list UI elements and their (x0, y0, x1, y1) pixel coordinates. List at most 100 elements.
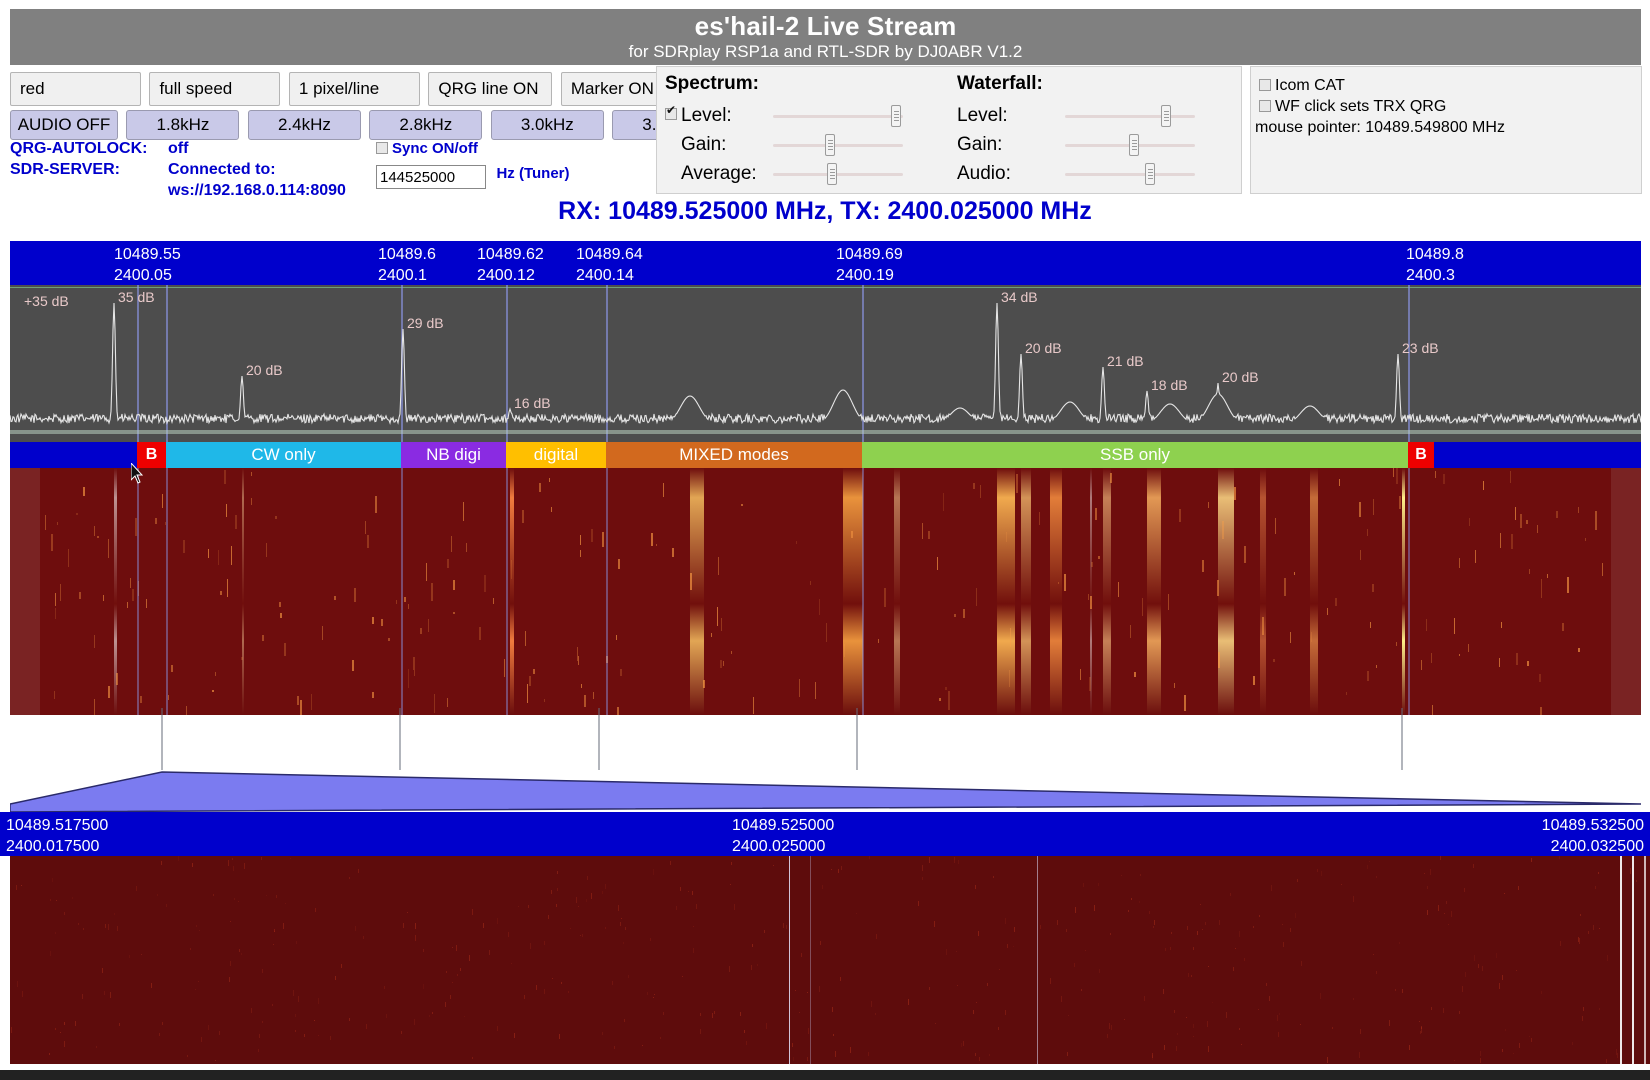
pixel-per-line-button[interactable]: 1 pixel/line (289, 72, 420, 106)
zoom-waterfall-noise-speck (452, 947, 453, 948)
band-segment-nb-digi-3[interactable]: NB digi (401, 442, 506, 468)
tuner-frequency-input[interactable] (376, 165, 486, 189)
sync-toggle[interactable]: Sync ON/off (376, 140, 570, 158)
band-segment-empty-0[interactable] (10, 442, 137, 468)
spectrum-level-checkbox[interactable] (665, 108, 677, 120)
icom-cat-row[interactable]: Icom CAT (1251, 67, 1641, 96)
waterfall-noise-speck (463, 502, 464, 521)
band-segment-b-7[interactable]: B (1408, 442, 1434, 468)
zoom-waterfall-noise-speck (654, 994, 655, 995)
waterfall-level-slider[interactable] (1065, 110, 1195, 122)
zoom-waterfall-noise-speck (660, 1037, 661, 1039)
zoom-waterfall-noise-speck (1297, 879, 1298, 882)
speed-select-button[interactable]: full speed (149, 72, 280, 106)
slider-thumb[interactable] (827, 163, 837, 185)
zoom-waterfall-noise-speck (64, 912, 65, 915)
zoom-waterfall-noise-speck (835, 1051, 836, 1057)
waterfall-noise-speck (1016, 474, 1018, 493)
band-segment-mixed-modes-5[interactable]: MIXED modes (606, 442, 862, 468)
zoom-waterfall-noise-speck (1107, 1034, 1108, 1038)
zoom-waterfall-noise-speck (201, 1037, 202, 1042)
zoom-waterfall-noise-speck (296, 941, 297, 944)
waterfall-noise-speck (663, 483, 664, 497)
zoom-frequency-scale[interactable]: 10489.517500 2400.017500 10489.525000 24… (0, 812, 1650, 856)
zoom-waterfall-noise-speck (315, 908, 316, 912)
slider-thumb[interactable] (1129, 134, 1139, 156)
waterfall-gain-slider[interactable] (1065, 139, 1195, 151)
slider-thumb[interactable] (1161, 105, 1171, 127)
sync-checkbox[interactable] (376, 142, 388, 154)
slider-thumb[interactable] (891, 105, 901, 127)
waterfall-noise-speck (1393, 468, 1394, 477)
zoom-waterfall-noise-speck (1085, 950, 1086, 951)
icom-cat-checkbox[interactable] (1259, 79, 1271, 91)
zoom-waterfall-noise-speck (783, 923, 784, 928)
zoom-waterfall[interactable] (10, 856, 1650, 1064)
zoom-waterfall-noise-speck (557, 888, 558, 891)
zoom-waterfall-noise-speck (1153, 926, 1154, 928)
filter-button-3[interactable]: 2.8kHz (369, 110, 482, 140)
main-waterfall[interactable] (10, 468, 1641, 715)
slider-thumb[interactable] (825, 134, 835, 156)
zoom-waterfall-noise-speck (1321, 871, 1322, 876)
icom-cat-label: Icom CAT (1275, 77, 1345, 94)
wf-click-checkbox[interactable] (1259, 100, 1271, 112)
zoom-waterfall-noise-speck (161, 861, 162, 865)
waterfall-noise-speck (1529, 569, 1530, 574)
zoom-waterfall-noise-speck (841, 866, 842, 870)
band-segment-empty-8[interactable] (1434, 442, 1641, 468)
zoom-waterfall-noise-speck (1098, 883, 1099, 886)
zoom-waterfall-noise-speck (414, 1019, 415, 1025)
zoom-waterfall-noise-speck (700, 1029, 701, 1034)
band-segment-cw-only-2[interactable]: CW only (166, 442, 401, 468)
status-server-row: SDR-SERVER:Connected to:ws://192.168.0.1… (10, 159, 346, 201)
slider-thumb[interactable] (1145, 163, 1155, 185)
filter-button-1[interactable]: 1.8kHz (126, 110, 239, 140)
zoom-waterfall-noise-speck (1502, 975, 1503, 980)
waterfall-noise-speck (1501, 622, 1502, 628)
zoom-waterfall-noise-speck (582, 934, 583, 937)
zoom-waterfall-noise-speck (1193, 1036, 1194, 1037)
waterfall-noise-speck (54, 691, 55, 699)
spectrum-gain-slider[interactable] (773, 139, 903, 151)
zoom-waterfall-noise-speck (908, 999, 909, 1005)
waterfall-noise-speck (1372, 584, 1374, 592)
spectrum-frequency-scale[interactable]: 10489.552400.0510489.62400.110489.622400… (10, 241, 1641, 285)
waterfall-noise-speck (453, 580, 455, 590)
zoom-waterfall-noise-speck (1191, 975, 1192, 977)
band-segment-ssb-only-6[interactable]: SSB only (862, 442, 1408, 468)
waterfall-noise-speck (1010, 628, 1011, 647)
waterfall-noise-speck (1585, 538, 1586, 541)
waterfall-noise-speck (388, 638, 390, 641)
zoom-waterfall-noise-speck (530, 943, 531, 949)
filter-button-4[interactable]: 3.0kHz (491, 110, 604, 140)
spectrum-plot[interactable]: +35 dB 35 dB29 dB20 dB16 dB34 dB20 dB21 … (10, 285, 1641, 442)
freq-tick-tx: 2400.19 (836, 265, 903, 285)
wf-click-row[interactable]: WF click sets TRX QRG (1251, 96, 1641, 117)
audio-toggle-button[interactable]: AUDIO OFF (10, 110, 118, 140)
zoom-waterfall-noise-speck (285, 903, 286, 904)
zoom-waterfall-noise-speck (232, 858, 233, 860)
zoom-waterfall-noise-speck (1205, 922, 1206, 925)
zoom-waterfall-noise-speck (1269, 996, 1270, 1001)
zoom-waterfall-noise-speck (568, 991, 569, 993)
filter-button-2[interactable]: 2.4kHz (248, 110, 361, 140)
band-segment-digital-4[interactable]: digital (506, 442, 606, 468)
zoom-waterfall-noise-speck (676, 906, 677, 910)
spectrum-average-slider[interactable] (773, 168, 903, 180)
waterfall-noise-speck (878, 639, 879, 643)
waterfall-canvas[interactable] (40, 468, 1611, 715)
waterfall-noise-speck (220, 591, 222, 595)
band-plan-bar[interactable]: B CW onlyNB digidigitalMIXED modesSSB onl… (10, 442, 1641, 468)
waterfall-noise-speck (1284, 578, 1286, 596)
waterfall-noise-speck (1275, 518, 1276, 534)
color-select-button[interactable]: red (10, 72, 141, 106)
zoom-scale-left-rx: 10489.517500 (6, 815, 108, 836)
waterfall-noise-speck (690, 573, 692, 590)
zoom-waterfall-noise-speck (1599, 928, 1600, 929)
qrg-line-toggle-button[interactable]: QRG line ON (428, 72, 552, 106)
waterfall-audio-slider[interactable] (1065, 168, 1195, 180)
spectrum-level-slider[interactable] (773, 110, 903, 122)
zoom-waterfall-noise-speck (415, 935, 416, 941)
zoom-waterfall-noise-speck (795, 990, 796, 991)
